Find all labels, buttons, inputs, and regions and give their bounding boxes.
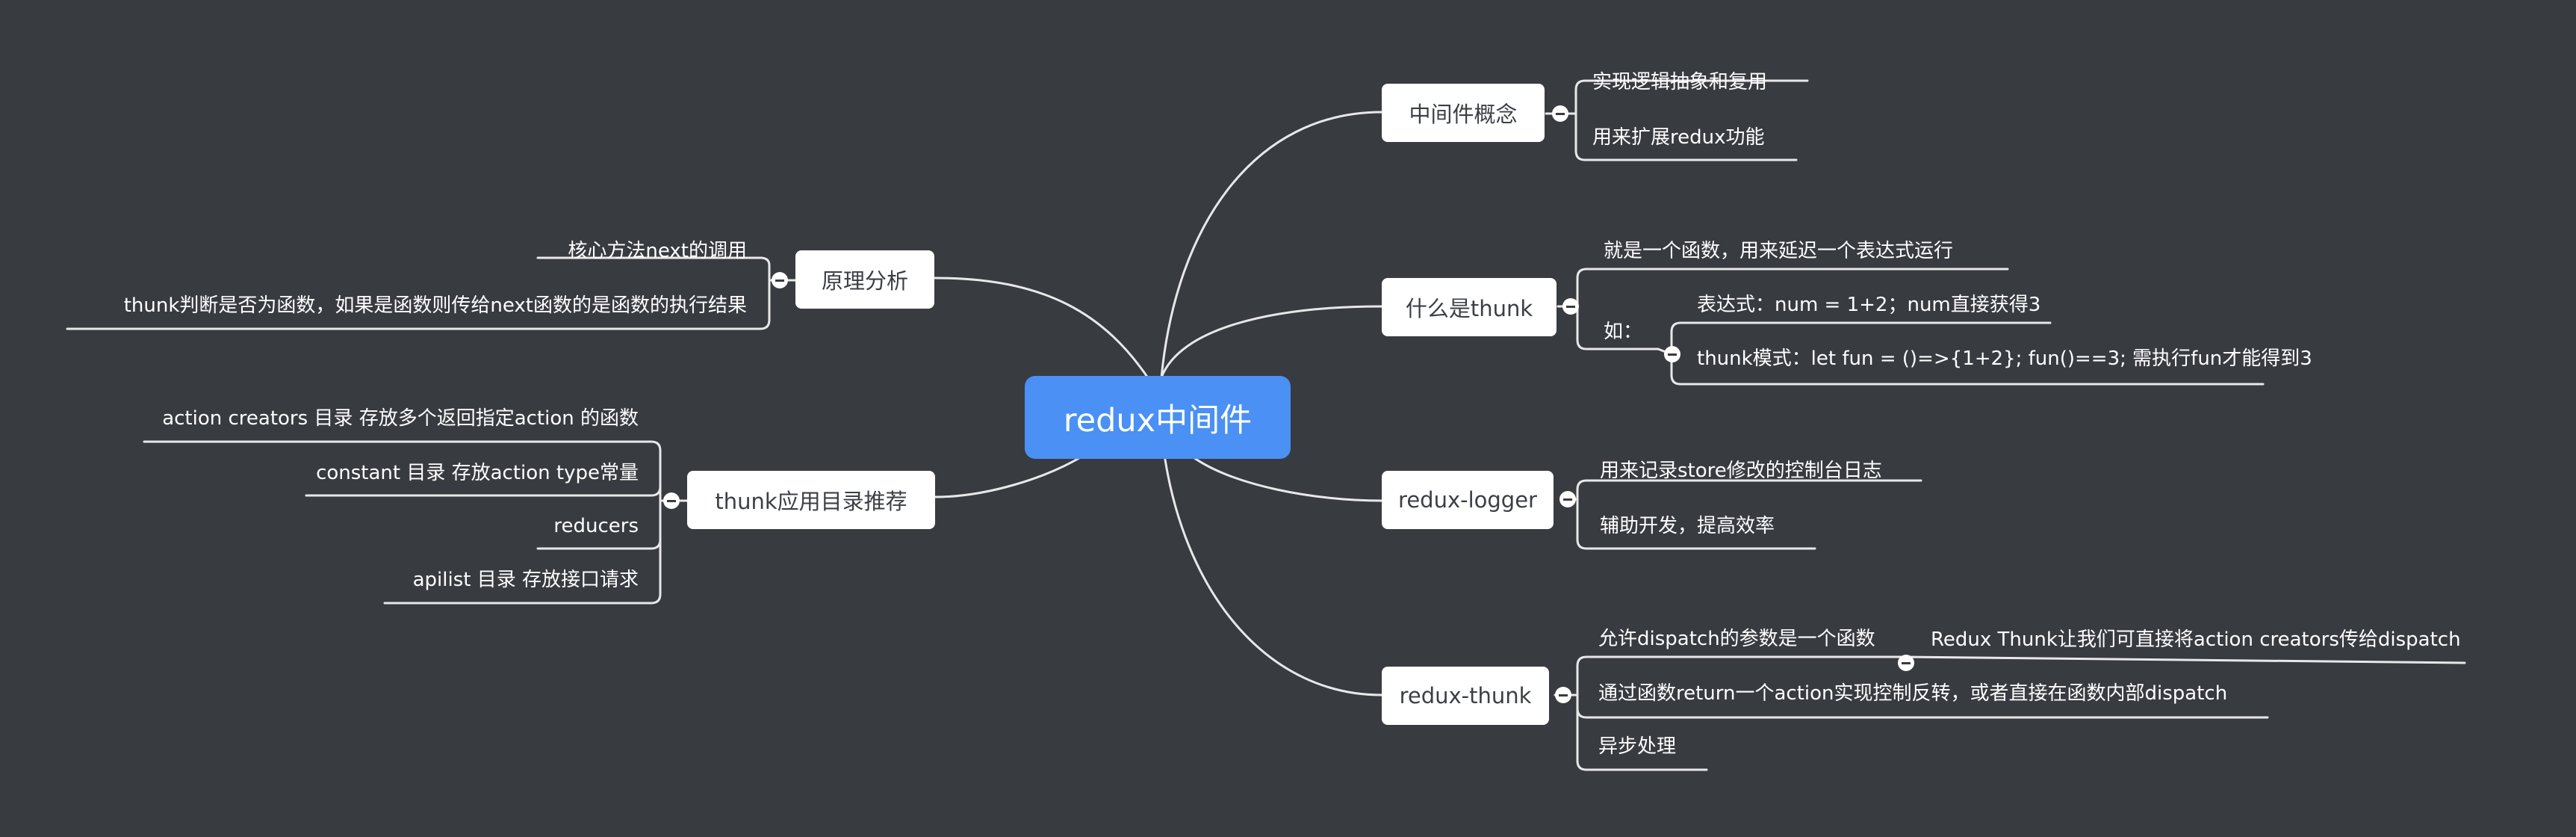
leaf-text[interactable]: 核心方法next的调用 [568,238,747,265]
collapse-toggle-icon[interactable] [1664,346,1680,362]
node-label: thunk应用目录推荐 [715,489,907,514]
leaf-text[interactable]: 就是一个函数，用来延迟一个表达式运行 [1604,238,1953,265]
leaf-text[interactable]: 异步处理 [1598,733,1676,760]
link-root-directory [934,454,1084,498]
node-label: 中间件概念 [1409,102,1518,127]
node-label: 原理分析 [821,268,908,294]
node-redux-thunk[interactable]: redux-thunk [1382,667,1549,725]
node-thunk-directory[interactable]: thunk应用目录推荐 [687,471,935,529]
collapse-toggle-icon[interactable] [1562,298,1579,315]
leaf-text[interactable]: 辅助开发，提高效率 [1600,513,1775,540]
node-redux-logger[interactable]: redux-logger [1382,471,1554,529]
leaf-text[interactable]: Redux Thunk让我们可直接将action creators传给dispa… [1931,626,2461,653]
leaf-text[interactable]: 允许dispatch的参数是一个函数 [1598,626,1875,652]
collapse-toggle-icon[interactable] [1552,105,1568,122]
leaf-text[interactable]: thunk模式：let fun = ()=>{1+2}; fun()==3; 需… [1697,345,2312,372]
link-root-logger [1190,454,1383,502]
leaf-text[interactable]: constant 目录 存放action type常量 [316,460,639,487]
collapse-toggle-icon[interactable] [1898,655,1914,671]
link-root-concept [1160,111,1383,379]
link-root-whatis [1160,305,1383,379]
leaf-text[interactable]: apilist 目录 存放接口请求 [413,566,639,593]
root-label: redux中间件 [1063,401,1253,439]
link-root-principle [934,277,1152,383]
node-principle-analysis[interactable]: 原理分析 [795,250,934,309]
leaf-text[interactable]: reducers [553,513,639,540]
collapse-toggle-icon[interactable] [772,272,788,288]
leaf-text[interactable]: 用来记录store修改的控制台日志 [1600,457,1882,484]
leaf-text[interactable]: 如： [1604,318,1642,345]
root-node[interactable]: redux中间件 [1025,376,1291,459]
node-middleware-concept[interactable]: 中间件概念 [1382,84,1545,142]
collapse-toggle-icon[interactable] [1559,491,1576,507]
link-root-thunk [1164,458,1383,697]
leaf-text[interactable]: 通过函数return一个action实现控制反转，或者直接在函数内部dispat… [1598,680,2227,707]
leaf-text[interactable]: thunk判断是否为函数，如果是函数则传给next函数的是函数的执行结果 [124,292,747,319]
node-label: redux-logger [1398,487,1537,513]
collapse-toggle-icon[interactable] [663,492,680,509]
leaf-text[interactable]: 表达式：num = 1+2；num直接获得3 [1697,291,2040,318]
leaf-text[interactable]: 实现逻辑抽象和复用 [1592,69,1767,96]
collapse-toggle-icon[interactable] [1555,687,1571,703]
node-label: 什么是thunk [1405,296,1533,321]
leaf-text[interactable]: action creators 目录 存放多个返回指定action 的函数 [162,405,639,432]
node-label: redux-thunk [1399,683,1532,708]
leaf-text[interactable]: 用来扩展redux功能 [1592,124,1764,151]
node-what-is-thunk[interactable]: 什么是thunk [1382,278,1557,336]
